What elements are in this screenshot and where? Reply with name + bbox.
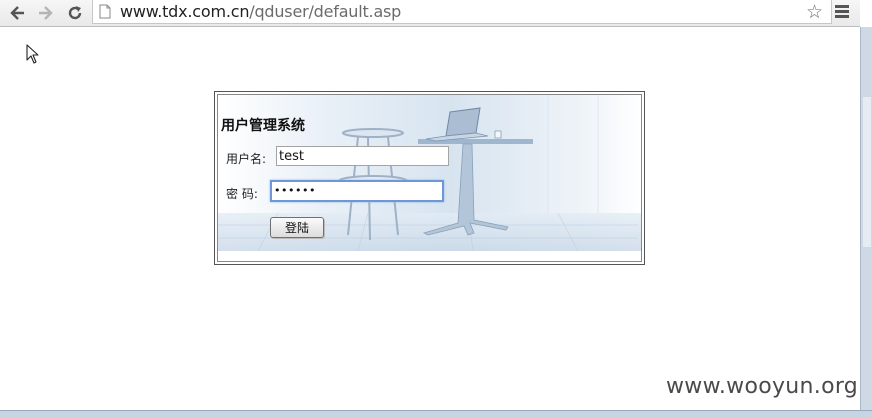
address-bar[interactable]: www.tdx.com.cn/qduser/default.asp ☆ bbox=[92, 0, 832, 24]
url-text[interactable]: www.tdx.com.cn/qduser/default.asp bbox=[120, 2, 401, 21]
frame-highlight bbox=[863, 97, 871, 247]
mouse-cursor-icon bbox=[26, 44, 39, 64]
back-arrow-icon[interactable] bbox=[6, 2, 28, 24]
page-icon bbox=[99, 4, 111, 19]
login-title: 用户管理系统 bbox=[221, 118, 305, 134]
password-label: 密 码: bbox=[226, 187, 258, 201]
login-submit-button[interactable]: 登陆 bbox=[270, 217, 324, 238]
bookmark-star-icon[interactable]: ☆ bbox=[806, 1, 823, 23]
menu-icon[interactable] bbox=[835, 5, 849, 19]
browser-toolbar: www.tdx.com.cn/qduser/default.asp ☆ bbox=[0, 0, 860, 27]
watermark-text: www.wooyun.org bbox=[666, 374, 859, 399]
login-panel: 用户管理系统 用户名: 密 码: •••••• 登陆 bbox=[214, 91, 645, 265]
username-input[interactable] bbox=[276, 146, 449, 166]
login-panel-inner: 用户管理系统 用户名: 密 码: •••••• 登陆 bbox=[217, 94, 642, 262]
reload-icon[interactable] bbox=[64, 2, 86, 24]
password-input[interactable]: •••••• bbox=[270, 180, 444, 202]
url-path: /qduser/default.asp bbox=[249, 2, 402, 21]
url-host: www.tdx.com.cn bbox=[120, 2, 250, 21]
forward-arrow-icon[interactable] bbox=[35, 2, 57, 24]
window-side-frame bbox=[860, 27, 872, 417]
username-label: 用户名: bbox=[226, 152, 267, 166]
